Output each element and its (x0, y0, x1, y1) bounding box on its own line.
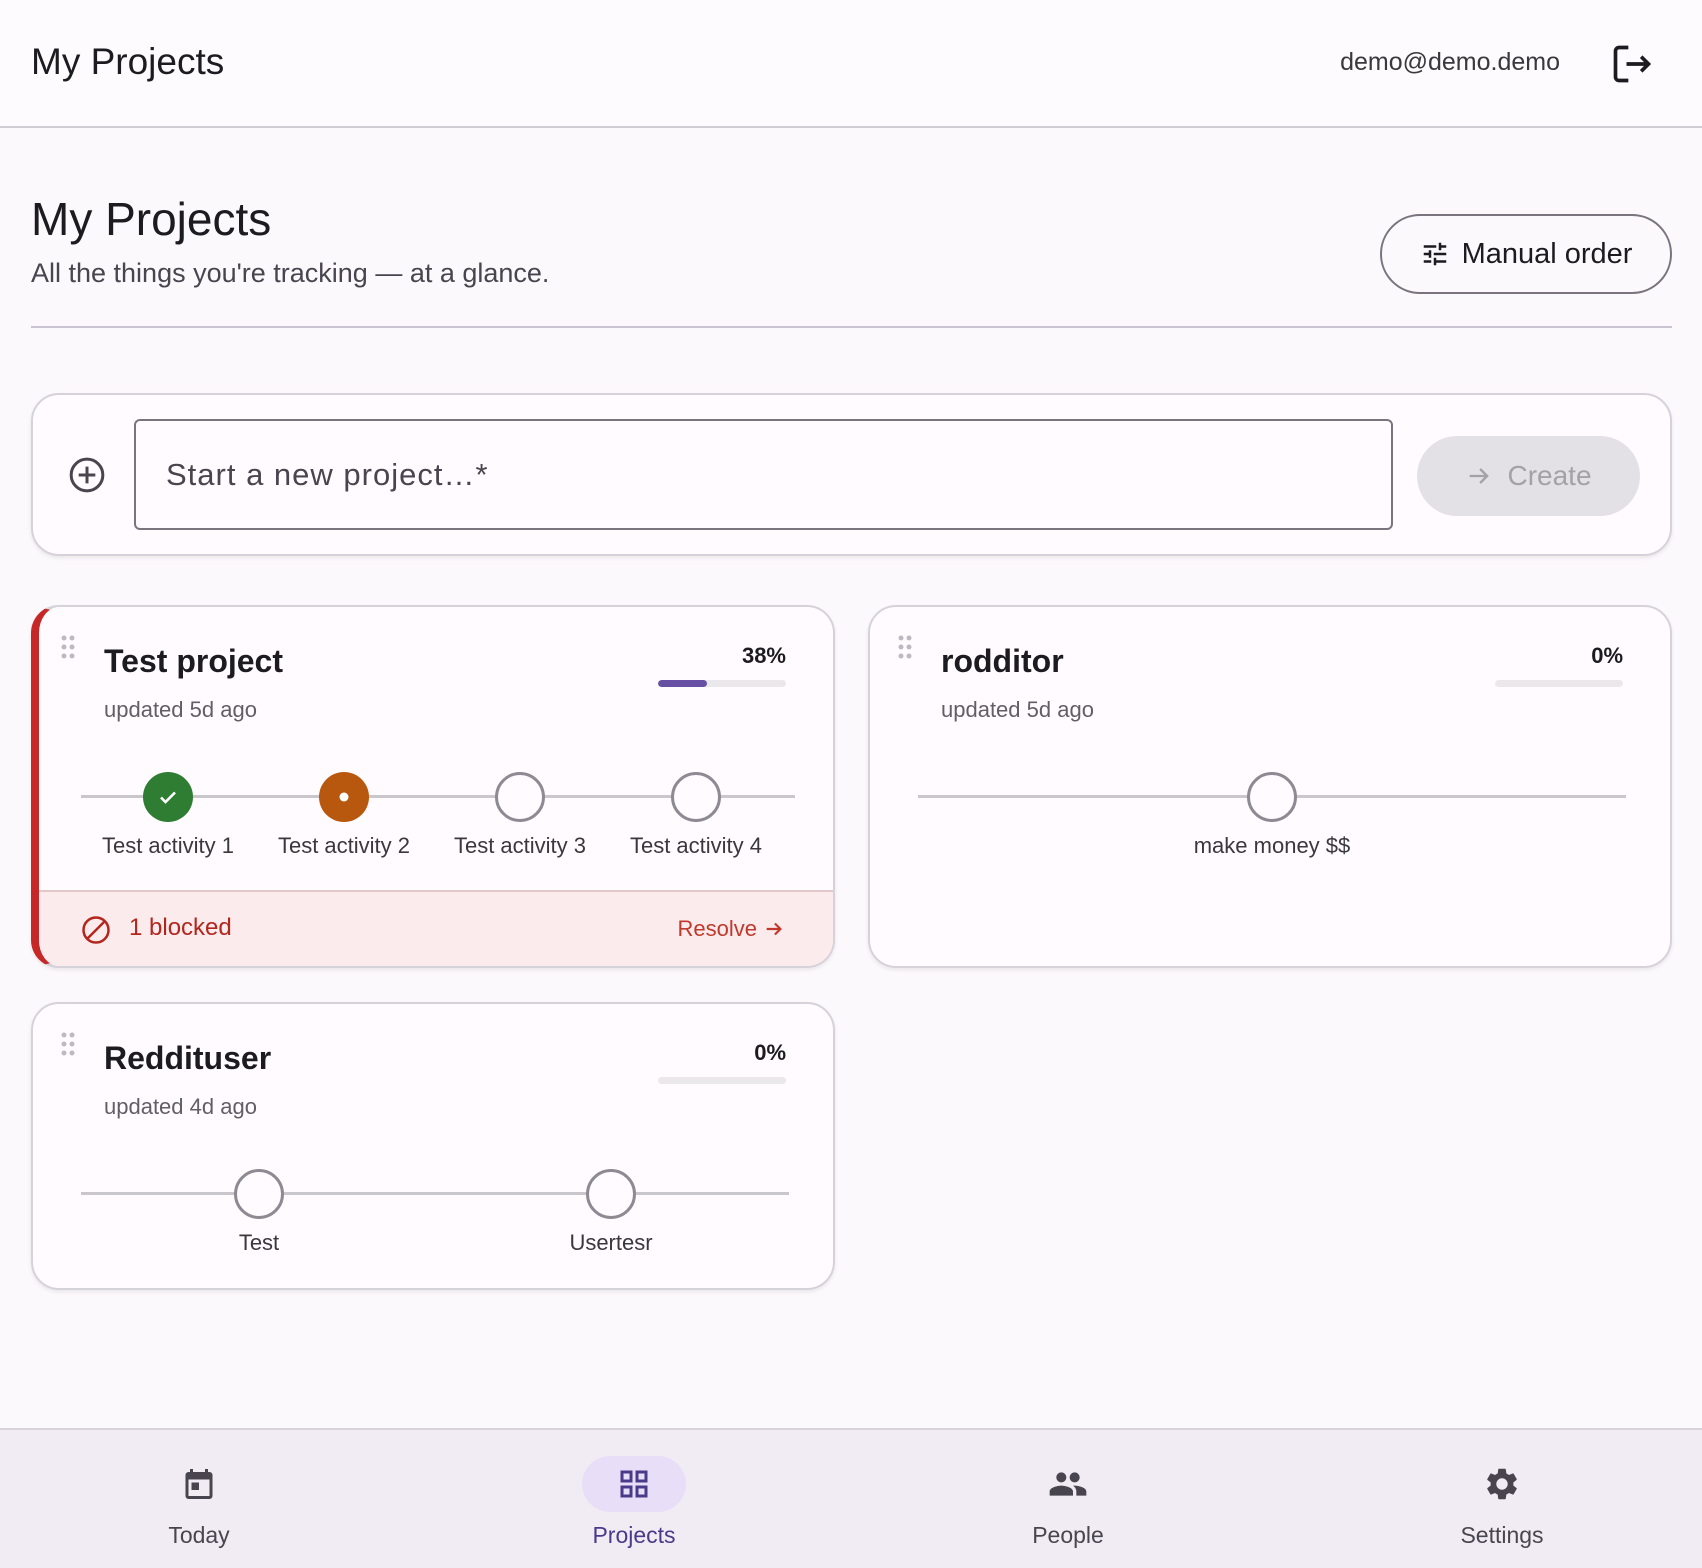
grid-icon (620, 1470, 648, 1498)
project-name: Reddituser (104, 1040, 272, 1076)
blocked-count: 1 blocked (129, 914, 232, 941)
project-updated: updated 4d ago (104, 1094, 257, 1119)
bottom-navigation: Today Projects People Settings (0, 1428, 1702, 1568)
activity-label: Test (238, 1230, 280, 1255)
drag-handle-icon[interactable] (61, 635, 75, 659)
project-updated: updated 5d ago (941, 697, 1094, 722)
project-name: Test project (104, 643, 283, 679)
logout-icon (1613, 45, 1652, 83)
new-project-card: Create (31, 393, 1672, 556)
nav-label: People (1032, 1522, 1104, 1548)
sort-order-label: Manual order (1461, 237, 1633, 270)
page-subtitle: All the things you're tracking — at a gl… (31, 258, 550, 288)
user-email: demo@demo.demo (1340, 48, 1560, 76)
activity-label: make money $$ (1193, 833, 1351, 858)
add-circle-icon (69, 457, 105, 493)
nav-label: Today (168, 1522, 230, 1548)
activity-label: Test activity 1 (101, 833, 235, 858)
nav-item-people[interactable]: People (968, 1430, 1168, 1568)
logout-button[interactable] (1608, 40, 1656, 88)
tune-icon (1423, 242, 1446, 266)
project-updated: updated 5d ago (104, 697, 257, 722)
resolve-label: Resolve (677, 916, 757, 941)
project-card[interactable]: rodditor updated 5d ago 0% make money $$ (868, 605, 1672, 968)
project-percent: 0% (754, 1040, 786, 1065)
nav-item-today[interactable]: Today (99, 1430, 299, 1568)
blocked-banner: 1 blocked Resolve (39, 890, 833, 966)
new-project-input[interactable] (134, 419, 1393, 530)
activity-node-todo[interactable] (234, 1169, 284, 1219)
project-percent: 0% (1591, 643, 1623, 668)
activity-node-done[interactable] (143, 772, 193, 822)
project-card[interactable]: Test project updated 5d ago 38% Test act… (31, 605, 835, 968)
sort-order-button[interactable]: Manual order (1380, 214, 1672, 294)
app-title: My Projects (31, 41, 225, 82)
drag-handle-icon[interactable] (898, 635, 912, 659)
check-icon (160, 791, 176, 804)
activity-label: Usertesr (569, 1230, 653, 1255)
project-progress-bar (658, 680, 786, 687)
drag-handle-icon[interactable] (61, 1032, 75, 1056)
create-project-button[interactable]: Create (1417, 436, 1640, 516)
activity-label: Test activity 3 (453, 833, 587, 858)
timeline-line (81, 1192, 789, 1195)
project-card[interactable]: Reddituser updated 4d ago 0% Test Userte… (31, 1002, 835, 1290)
nav-indicator (1016, 1456, 1120, 1512)
header-divider (31, 326, 1672, 328)
app-root: My Projects demo@demo.demo My Projects A… (0, 0, 1702, 1568)
nav-item-settings[interactable]: Settings (1402, 1430, 1602, 1568)
dot-icon (339, 792, 349, 802)
nav-indicator (582, 1456, 686, 1512)
nav-label: Projects (592, 1522, 676, 1548)
blocked-icon (82, 916, 110, 944)
gear-icon (1487, 1468, 1517, 1500)
top-app-bar: My Projects demo@demo.demo (0, 0, 1702, 128)
activity-node-todo[interactable] (495, 772, 545, 822)
project-name: rodditor (941, 643, 1064, 679)
project-progress-bar (1495, 680, 1623, 687)
nav-indicator (147, 1456, 251, 1512)
nav-label: Settings (1460, 1522, 1544, 1548)
activity-node-todo[interactable] (671, 772, 721, 822)
project-progress-bar (658, 1077, 786, 1084)
resolve-link[interactable]: Resolve (678, 916, 785, 942)
activity-node-todo[interactable] (586, 1169, 636, 1219)
activity-node-todo[interactable] (1247, 772, 1297, 822)
people-icon (1049, 1472, 1087, 1496)
arrow-forward-icon (766, 922, 782, 936)
activity-label: Test activity 4 (629, 833, 763, 858)
nav-indicator (1450, 1456, 1554, 1512)
activity-label: Test activity 2 (277, 833, 411, 858)
activity-node-in-progress[interactable] (319, 772, 369, 822)
create-label: Create (1507, 460, 1592, 491)
arrow-forward-icon (1470, 468, 1490, 484)
calendar-icon (185, 1469, 213, 1499)
nav-item-projects[interactable]: Projects (534, 1430, 734, 1568)
project-percent: 38% (741, 643, 786, 668)
page-title: My Projects (31, 193, 272, 245)
project-progress-fill (658, 680, 707, 687)
